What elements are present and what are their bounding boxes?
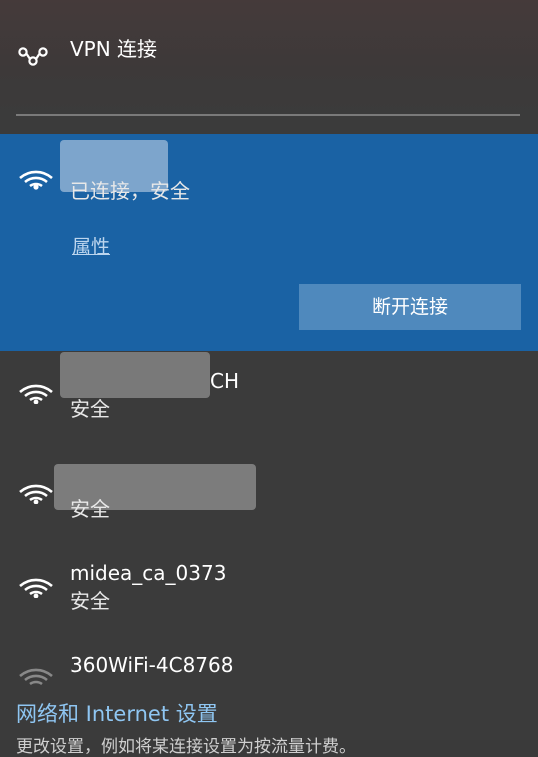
- network-status: 安全: [70, 497, 110, 521]
- wifi-icon: [19, 484, 53, 504]
- wifi-network-item[interactable]: CH 安全: [0, 352, 538, 442]
- wifi-icon: [19, 578, 53, 598]
- footer: 网络和 Internet 设置 更改设置，例如将某连接设置为按流量计费。: [0, 690, 538, 757]
- properties-link[interactable]: 属性: [72, 232, 110, 259]
- wifi-icon: [19, 384, 53, 404]
- network-status: 已连接，安全: [70, 179, 190, 203]
- network-status: 安全: [70, 589, 110, 613]
- wifi-network-item[interactable]: 360WiFi-4C8768: [0, 646, 538, 690]
- redacted-ssid: [60, 352, 210, 398]
- network-settings-link[interactable]: 网络和 Internet 设置: [16, 698, 218, 728]
- wifi-icon: [19, 170, 53, 190]
- wifi-network-item[interactable]: midea_ca_0373 安全: [0, 550, 538, 640]
- vpn-label: VPN 连接: [70, 37, 158, 61]
- network-flyout: VPN 连接 已连接，安全 属性 断开连接 CH 安全 安全 midea_ca_…: [0, 0, 538, 757]
- wifi-network-connected[interactable]: 已连接，安全 属性 断开连接: [0, 134, 538, 351]
- wifi-network-item[interactable]: 安全: [0, 452, 538, 542]
- disconnect-button[interactable]: 断开连接: [299, 284, 521, 330]
- divider: [16, 114, 520, 116]
- network-ssid: 360WiFi-4C8768: [70, 653, 234, 677]
- vpn-connection-item[interactable]: VPN 连接: [0, 24, 538, 74]
- vpn-icon: [18, 47, 48, 66]
- network-settings-description: 更改设置，例如将某连接设置为按流量计费。: [16, 737, 356, 757]
- network-ssid: CH: [210, 369, 240, 393]
- network-ssid: midea_ca_0373: [70, 561, 227, 585]
- network-status: 安全: [70, 397, 110, 421]
- wifi-icon: [19, 668, 53, 686]
